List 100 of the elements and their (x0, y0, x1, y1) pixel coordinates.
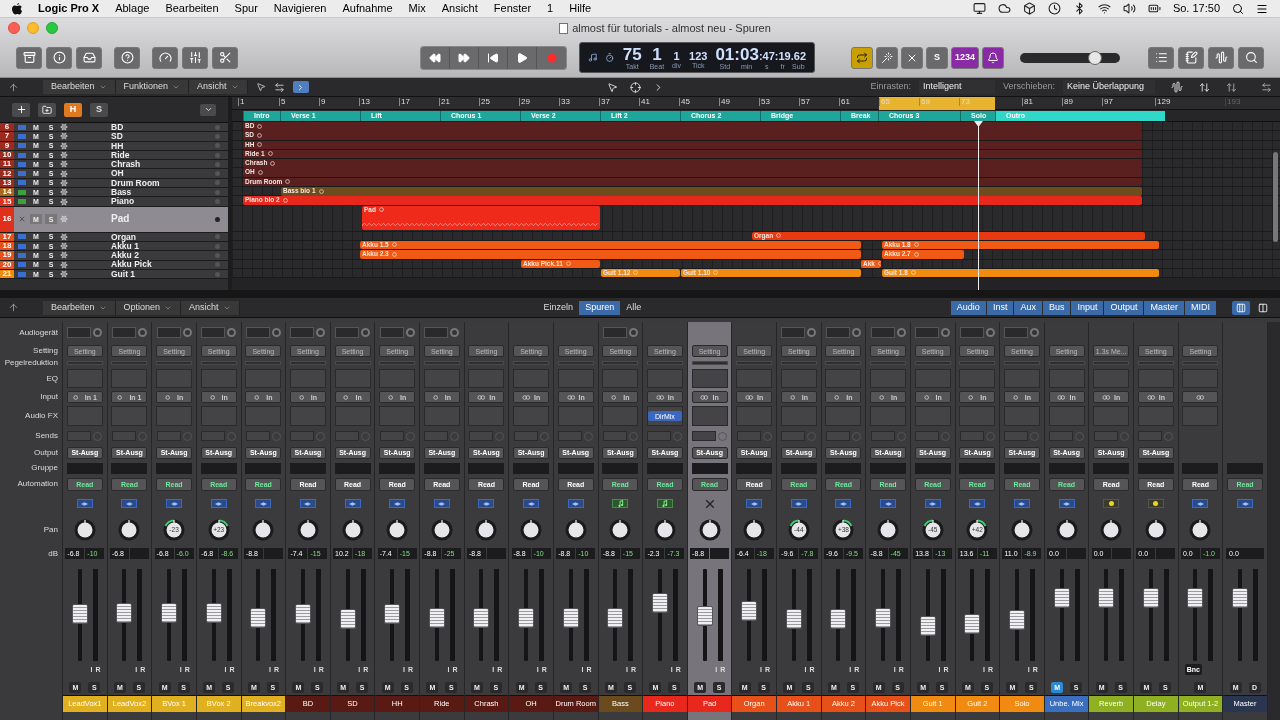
menu-item[interactable]: Spur (234, 0, 258, 17)
lcd-value: :19 (774, 50, 791, 62)
row-label: Sends (35, 432, 58, 440)
filter-button[interactable]: Output (1104, 300, 1144, 315)
ruler-number: 1 (238, 98, 245, 106)
track-number: 14 (0, 188, 14, 197)
filter-button[interactable]: Audio (950, 300, 986, 315)
ruler-number: 69 (919, 98, 930, 106)
filter-button[interactable]: Inst (986, 300, 1014, 315)
row-label: Automation (17, 480, 58, 488)
track-name: Chrash (111, 160, 141, 169)
ruler-number: 33 (559, 98, 570, 106)
view-tab[interactable]: Spuren (579, 300, 621, 315)
ruler-number: 73 (959, 98, 970, 106)
track-name: Piano (111, 197, 135, 206)
track-number: 13 (0, 178, 14, 188)
row-label: dB (48, 549, 58, 558)
track-name: Ride (111, 150, 130, 160)
filter-button[interactable]: Master (1144, 300, 1184, 315)
track-number: 11 (0, 160, 14, 169)
row-label: Input (40, 393, 58, 401)
lcd-value: 1 (652, 45, 662, 63)
track-name: Organ (111, 232, 137, 242)
count-in-button[interactable]: 1234 (951, 46, 980, 69)
menu-item[interactable]: Navigieren (273, 0, 327, 17)
ruler-number: 53 (759, 98, 770, 106)
track-name: Akku Pick (111, 260, 152, 269)
menu-item[interactable]: Ansicht (441, 0, 478, 17)
drag-dropdown[interactable]: Keine Überlappung (1063, 80, 1155, 94)
row-label: Audio FX (25, 412, 58, 420)
app-menu[interactable]: Logic Pro X (38, 0, 100, 17)
track-number: 10 (0, 150, 14, 160)
track-number: 18 (0, 241, 14, 251)
menu-dropdown[interactable]: Bearbeiten (43, 80, 116, 94)
track-number: 21 (0, 269, 14, 279)
track-number: 20 (0, 260, 14, 269)
track-name: Pad (111, 214, 130, 225)
ruler-number: 17 (399, 98, 410, 106)
menu-dropdown[interactable]: Ansicht (189, 80, 248, 94)
ruler-number: 49 (719, 98, 730, 106)
track-number: 12 (0, 169, 14, 178)
snap-label: Einrasten: (870, 80, 911, 94)
ruler-number: 57 (799, 98, 810, 106)
filter-button[interactable]: MIDI (1185, 300, 1216, 315)
ruler-number: 29 (519, 98, 530, 106)
track-name: Akku 2 (111, 251, 139, 260)
lcd-value: 123 (689, 50, 708, 62)
header-toggle[interactable]: S (90, 102, 108, 117)
menu-dropdown[interactable]: Optionen (115, 300, 182, 315)
ruler-number: 81 (1022, 98, 1033, 106)
ruler-number: 13 (359, 98, 370, 106)
filter-button[interactable]: Input (1071, 300, 1104, 315)
track-name: BD (111, 122, 124, 132)
track-number: 9 (0, 141, 14, 150)
menu-clock[interactable]: So. 17:50 (1172, 0, 1220, 17)
row-label: Pan (43, 526, 58, 534)
row-label: Gruppe (31, 464, 58, 472)
window-title: almost für tutorials - almost neu - Spuren (572, 20, 771, 36)
menu-dropdown[interactable]: Bearbeiten (43, 300, 116, 315)
lcd-value: 01 (715, 45, 735, 63)
track-name: OH (111, 169, 124, 178)
ruler-number: 89 (1062, 98, 1073, 106)
ruler-number: 9 (319, 98, 326, 106)
filter-button[interactable]: Bus (1042, 300, 1071, 315)
snap-dropdown[interactable]: Intelligent (918, 80, 995, 94)
filter-button[interactable]: Aux (1014, 300, 1042, 315)
track-name: Bass (111, 188, 132, 197)
track-name: Guit 1 (111, 269, 136, 279)
lcd-value: 75 (622, 45, 642, 63)
track-number: 15 (0, 197, 14, 206)
menu-item[interactable]: 1 (547, 0, 554, 17)
view-tab[interactable]: Alle (620, 300, 648, 315)
menu-item[interactable]: Hilfe (569, 0, 592, 17)
track-number: 19 (0, 251, 14, 260)
lcd-value: 1 (673, 50, 680, 62)
track-number: 16 (0, 206, 14, 232)
solo-button[interactable]: S (926, 46, 948, 69)
ruler-number: 41 (639, 98, 650, 106)
ruler-number: 61 (839, 98, 850, 106)
ruler-number: 129 (1155, 98, 1171, 106)
menu-item[interactable]: Fenster (493, 0, 532, 17)
ruler-number: 97 (1102, 98, 1113, 106)
menu-item[interactable]: Aufnahme (342, 0, 393, 17)
menu-item[interactable]: Bearbeiten (165, 0, 219, 17)
ruler-number: 65 (879, 98, 890, 106)
view-tab[interactable]: Einzeln (537, 300, 580, 315)
track-number: 17 (0, 232, 14, 241)
track-number: 7 (0, 132, 14, 141)
menu-item[interactable]: Mix (408, 0, 426, 17)
ruler-number: 45 (679, 98, 690, 106)
track-name: Drum Room (111, 178, 160, 188)
row-label: Pegelreduktion (4, 359, 58, 367)
row-label: Setting (33, 347, 58, 355)
menu-item[interactable]: Ablage (115, 0, 150, 17)
lcd-value: :47 (758, 50, 775, 62)
menu-dropdown[interactable]: Ansicht (181, 300, 240, 315)
ruler-number: 37 (599, 98, 610, 106)
menu-dropdown[interactable]: Funktionen (115, 80, 190, 94)
row-label: Output (34, 448, 58, 457)
drag-label: Verschieben: (1002, 80, 1055, 94)
